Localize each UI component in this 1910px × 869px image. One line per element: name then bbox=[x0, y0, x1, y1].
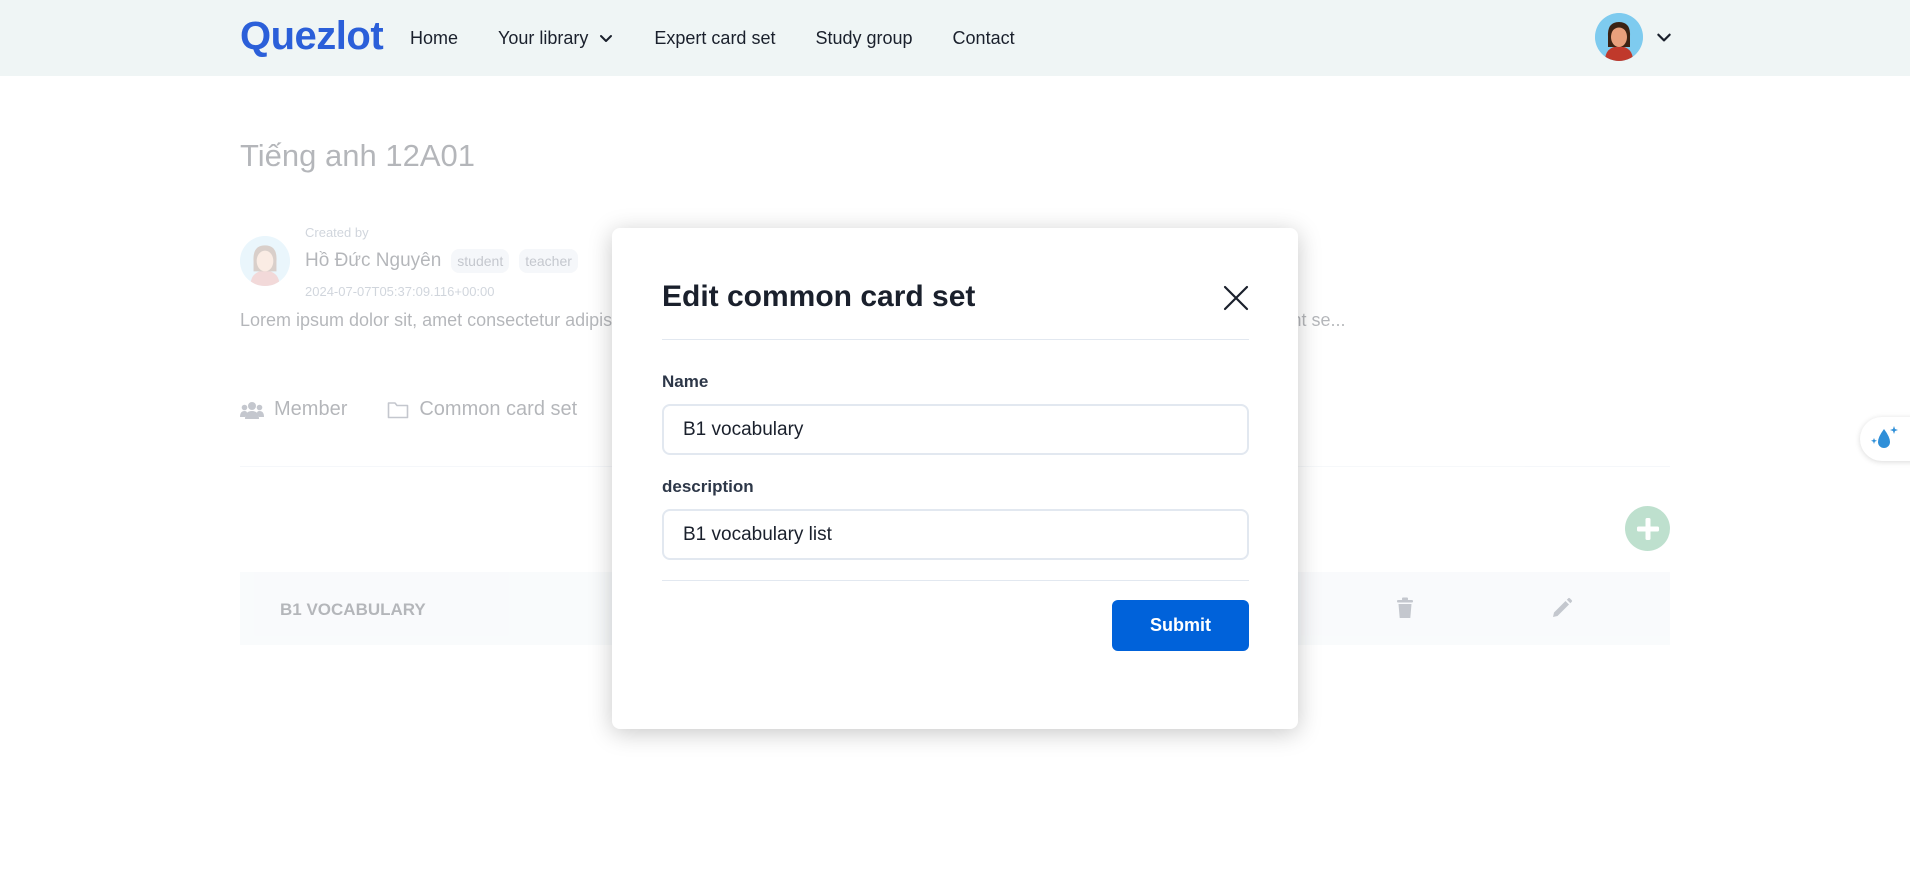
logo[interactable]: Quezlot bbox=[240, 14, 384, 59]
name-input[interactable] bbox=[662, 404, 1249, 455]
trash-icon[interactable] bbox=[1396, 597, 1414, 619]
top-navbar: Quezlot Home Your library Expert card se… bbox=[0, 0, 1910, 76]
tab-common-card-set[interactable]: Common card set bbox=[387, 398, 577, 421]
modal-title: Edit common card set bbox=[662, 280, 976, 313]
card-set-title: B1 VOCABULARY bbox=[280, 600, 426, 619]
user-menu[interactable] bbox=[1595, 13, 1673, 61]
description-label: description bbox=[662, 477, 754, 496]
created-by-label: Created by bbox=[305, 225, 369, 240]
description-input[interactable] bbox=[662, 509, 1249, 560]
add-card-set-button[interactable] bbox=[1625, 506, 1670, 551]
group-tabs: Member Common card set bbox=[240, 398, 577, 421]
avatar bbox=[1595, 13, 1643, 61]
plus-icon bbox=[1636, 517, 1659, 540]
nav-study-group[interactable]: Study group bbox=[815, 28, 912, 49]
main-nav: Home Your library Expert card set Study … bbox=[410, 0, 1015, 76]
nav-expert-card-set[interactable]: Expert card set bbox=[654, 28, 775, 49]
folder-icon bbox=[388, 401, 409, 418]
nav-your-library[interactable]: Your library bbox=[498, 28, 614, 49]
tab-member-label: Member bbox=[274, 398, 348, 420]
nav-expert-card-set-label: Expert card set bbox=[654, 27, 776, 48]
divider bbox=[662, 339, 1249, 340]
avatar bbox=[240, 236, 290, 286]
nav-study-group-label: Study group bbox=[815, 27, 913, 48]
pencil-icon[interactable] bbox=[1551, 597, 1573, 619]
created-at-timestamp: 2024-07-07T05:37:09.116+00:00 bbox=[305, 284, 495, 299]
users-icon bbox=[240, 401, 264, 419]
creator-avatar-icon bbox=[240, 236, 290, 286]
close-icon[interactable] bbox=[1222, 284, 1250, 312]
nav-your-library-label: Your library bbox=[498, 27, 589, 48]
floating-assistant-button[interactable] bbox=[1860, 417, 1910, 461]
nav-contact[interactable]: Contact bbox=[953, 28, 1015, 49]
role-badge: student bbox=[451, 249, 510, 273]
role-badge: teacher bbox=[519, 249, 578, 273]
name-label: Name bbox=[662, 372, 709, 391]
chevron-down-icon bbox=[1657, 33, 1671, 42]
divider bbox=[662, 580, 1249, 581]
sparkle-drop-icon bbox=[1871, 426, 1898, 448]
nav-home-label: Home bbox=[410, 27, 459, 48]
nav-contact-label: Contact bbox=[952, 27, 1015, 48]
chevron-down-icon bbox=[600, 35, 613, 42]
submit-button[interactable]: Submit bbox=[1112, 600, 1249, 651]
creator-info: Hồ Đức Nguyên student teacher bbox=[305, 249, 578, 273]
user-avatar-icon bbox=[1595, 13, 1643, 61]
nav-home[interactable]: Home bbox=[410, 28, 458, 49]
creator-name: Hồ Đức Nguyên bbox=[305, 250, 442, 271]
page-title: Tiếng anh 12A01 bbox=[240, 138, 475, 173]
tab-member[interactable]: Member bbox=[240, 398, 347, 421]
tab-common-card-set-label: Common card set bbox=[419, 398, 578, 420]
edit-card-set-modal: Edit common card set Name description Su… bbox=[612, 228, 1298, 729]
